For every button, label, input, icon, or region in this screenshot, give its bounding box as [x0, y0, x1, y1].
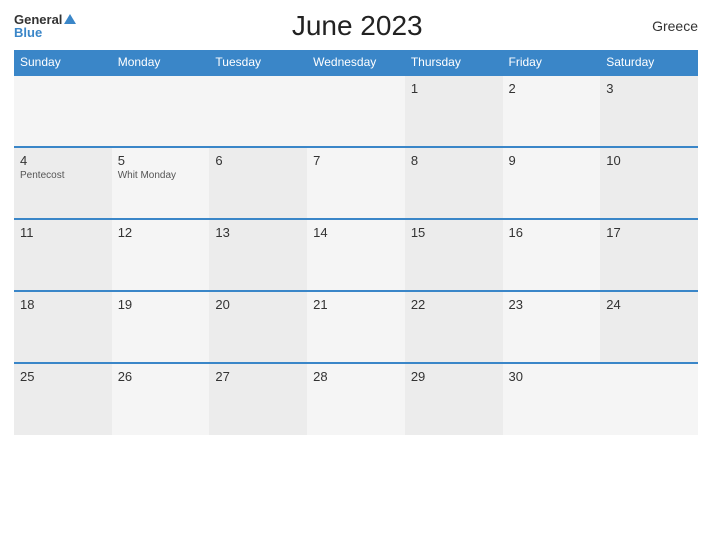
calendar-cell: 10	[600, 147, 698, 219]
day-number: 26	[118, 369, 204, 384]
calendar-cell: 22	[405, 291, 503, 363]
calendar-header-friday: Friday	[503, 50, 601, 75]
calendar-cell	[14, 75, 112, 147]
calendar-cell: 21	[307, 291, 405, 363]
day-number: 11	[20, 225, 106, 240]
calendar-table: SundayMondayTuesdayWednesdayThursdayFrid…	[14, 50, 698, 435]
logo-blue-text: Blue	[14, 26, 76, 39]
calendar-cell: 9	[503, 147, 601, 219]
calendar-cell	[112, 75, 210, 147]
calendar-cell: 28	[307, 363, 405, 435]
country-label: Greece	[638, 18, 698, 34]
calendar-cell	[209, 75, 307, 147]
page-title: June 2023	[76, 10, 638, 42]
calendar-cell: 26	[112, 363, 210, 435]
logo-triangle-icon	[64, 14, 76, 24]
calendar-cell: 12	[112, 219, 210, 291]
day-number: 17	[606, 225, 692, 240]
day-number: 22	[411, 297, 497, 312]
calendar-cell: 27	[209, 363, 307, 435]
calendar-cell: 4 Pentecost	[14, 147, 112, 219]
calendar-cell: 1	[405, 75, 503, 147]
calendar-header-thursday: Thursday	[405, 50, 503, 75]
calendar-cell: 23	[503, 291, 601, 363]
calendar-cell	[307, 75, 405, 147]
calendar-cell: 15	[405, 219, 503, 291]
holiday-label: Whit Monday	[118, 170, 204, 181]
calendar-page: General Blue June 2023 Greece SundayMond…	[0, 0, 712, 550]
calendar-header-monday: Monday	[112, 50, 210, 75]
day-number: 28	[313, 369, 399, 384]
calendar-week-row: 11 12 13 14 15 16 17	[14, 219, 698, 291]
calendar-cell: 20	[209, 291, 307, 363]
header: General Blue June 2023 Greece	[14, 10, 698, 42]
calendar-cell: 7	[307, 147, 405, 219]
calendar-header-wednesday: Wednesday	[307, 50, 405, 75]
day-number: 21	[313, 297, 399, 312]
day-number: 27	[215, 369, 301, 384]
day-number: 7	[313, 153, 399, 168]
day-number: 4	[20, 153, 106, 168]
calendar-week-row: 4 Pentecost 5 Whit Monday 6789 10	[14, 147, 698, 219]
calendar-cell: 29	[405, 363, 503, 435]
day-number: 29	[411, 369, 497, 384]
day-number: 2	[509, 81, 595, 96]
day-number: 3	[606, 81, 692, 96]
calendar-cell: 3	[600, 75, 698, 147]
day-number: 16	[509, 225, 595, 240]
day-number: 12	[118, 225, 204, 240]
day-number: 23	[509, 297, 595, 312]
calendar-cell: 17	[600, 219, 698, 291]
calendar-cell: 16	[503, 219, 601, 291]
day-number: 24	[606, 297, 692, 312]
day-number: 14	[313, 225, 399, 240]
day-number: 6	[215, 153, 301, 168]
calendar-header-saturday: Saturday	[600, 50, 698, 75]
calendar-header-sunday: Sunday	[14, 50, 112, 75]
calendar-header-tuesday: Tuesday	[209, 50, 307, 75]
calendar-cell: 11	[14, 219, 112, 291]
calendar-week-row: 18 19 20 21 22 23 24	[14, 291, 698, 363]
calendar-cell: 13	[209, 219, 307, 291]
calendar-header-row: SundayMondayTuesdayWednesdayThursdayFrid…	[14, 50, 698, 75]
calendar-cell: 14	[307, 219, 405, 291]
day-number: 5	[118, 153, 204, 168]
calendar-cell: 5 Whit Monday	[112, 147, 210, 219]
day-number: 25	[20, 369, 106, 384]
day-number: 1	[411, 81, 497, 96]
calendar-cell: 2	[503, 75, 601, 147]
day-number: 20	[215, 297, 301, 312]
calendar-cell: 30	[503, 363, 601, 435]
holiday-label: Pentecost	[20, 170, 106, 181]
day-number: 18	[20, 297, 106, 312]
calendar-cell: 8	[405, 147, 503, 219]
day-number: 9	[509, 153, 595, 168]
calendar-cell: 25	[14, 363, 112, 435]
calendar-cell: 24	[600, 291, 698, 363]
day-number: 19	[118, 297, 204, 312]
day-number: 15	[411, 225, 497, 240]
logo: General Blue	[14, 13, 76, 39]
calendar-week-row: 123	[14, 75, 698, 147]
calendar-cell: 6	[209, 147, 307, 219]
calendar-cell: 18	[14, 291, 112, 363]
day-number: 8	[411, 153, 497, 168]
day-number: 10	[606, 153, 692, 168]
day-number: 13	[215, 225, 301, 240]
calendar-cell	[600, 363, 698, 435]
day-number: 30	[509, 369, 595, 384]
calendar-cell: 19	[112, 291, 210, 363]
calendar-week-row: 25 26 27 28 29 30	[14, 363, 698, 435]
